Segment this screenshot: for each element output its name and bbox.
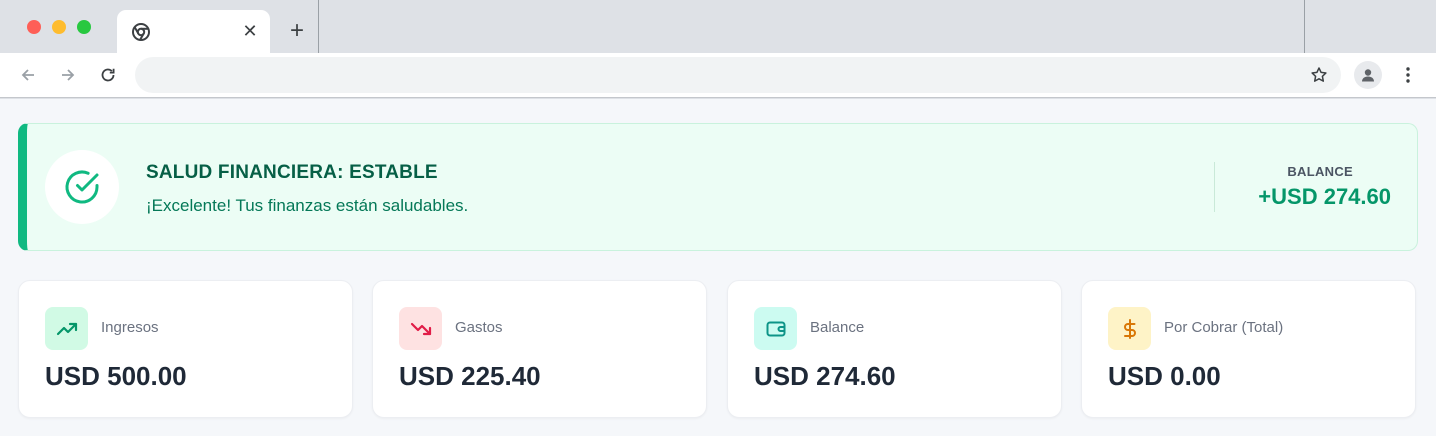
- stat-value: USD 0.00: [1108, 361, 1221, 391]
- forward-arrow-icon[interactable]: [54, 61, 82, 89]
- dollar-icon: [1108, 307, 1151, 350]
- stat-label: Ingresos: [101, 319, 159, 336]
- window-minimize-dot[interactable]: [52, 20, 66, 34]
- window-close-dot[interactable]: [27, 20, 41, 34]
- wallet-icon: [754, 307, 797, 350]
- browser-tab[interactable]: ✕: [117, 10, 270, 53]
- check-circle-icon: [45, 150, 119, 224]
- health-status-message: ¡Excelente! Tus finanzas están saludable…: [146, 196, 469, 215]
- health-divider: [1214, 162, 1215, 212]
- reload-icon[interactable]: [94, 61, 122, 89]
- star-icon[interactable]: [1305, 61, 1333, 89]
- address-bar[interactable]: [135, 57, 1341, 93]
- window-maximize-dot[interactable]: [77, 20, 91, 34]
- stat-value: USD 500.00: [45, 361, 187, 391]
- profile-icon[interactable]: [1354, 61, 1382, 89]
- trending-up-icon: [45, 307, 88, 350]
- stat-card-balance: Balance USD 274.60: [727, 280, 1062, 418]
- browser-toolbar: [0, 53, 1436, 98]
- stat-card-ingresos: Ingresos USD 500.00: [18, 280, 353, 418]
- stat-value: USD 274.60: [754, 361, 896, 391]
- balance-summary-label: BALANCE: [1287, 164, 1353, 179]
- back-arrow-icon[interactable]: [14, 61, 42, 89]
- financial-health-card: SALUD FINANCIERA: ESTABLE ¡Excelente! Tu…: [18, 123, 1418, 251]
- stat-value: USD 225.40: [399, 361, 541, 391]
- stat-label: Gastos: [455, 319, 503, 336]
- stat-label: Por Cobrar (Total): [1164, 319, 1284, 336]
- stat-card-gastos: Gastos USD 225.40: [372, 280, 707, 418]
- browser-titlebar: ✕ +: [0, 0, 1436, 53]
- stat-label: Balance: [810, 319, 865, 336]
- new-tab-button[interactable]: +: [284, 18, 310, 44]
- stat-card-por-cobrar: Por Cobrar (Total) USD 0.00: [1081, 280, 1416, 418]
- health-status-title: SALUD FINANCIERA: ESTABLE: [146, 162, 438, 183]
- trending-down-icon: [399, 307, 442, 350]
- balance-summary-value: +USD 274.60: [1258, 184, 1391, 209]
- chrome-favicon-icon: [131, 22, 151, 42]
- kebab-menu-icon[interactable]: [1396, 61, 1420, 89]
- tab-close-icon[interactable]: ✕: [239, 20, 261, 42]
- page-content: SALUD FINANCIERA: ESTABLE ¡Excelente! Tu…: [0, 99, 1436, 436]
